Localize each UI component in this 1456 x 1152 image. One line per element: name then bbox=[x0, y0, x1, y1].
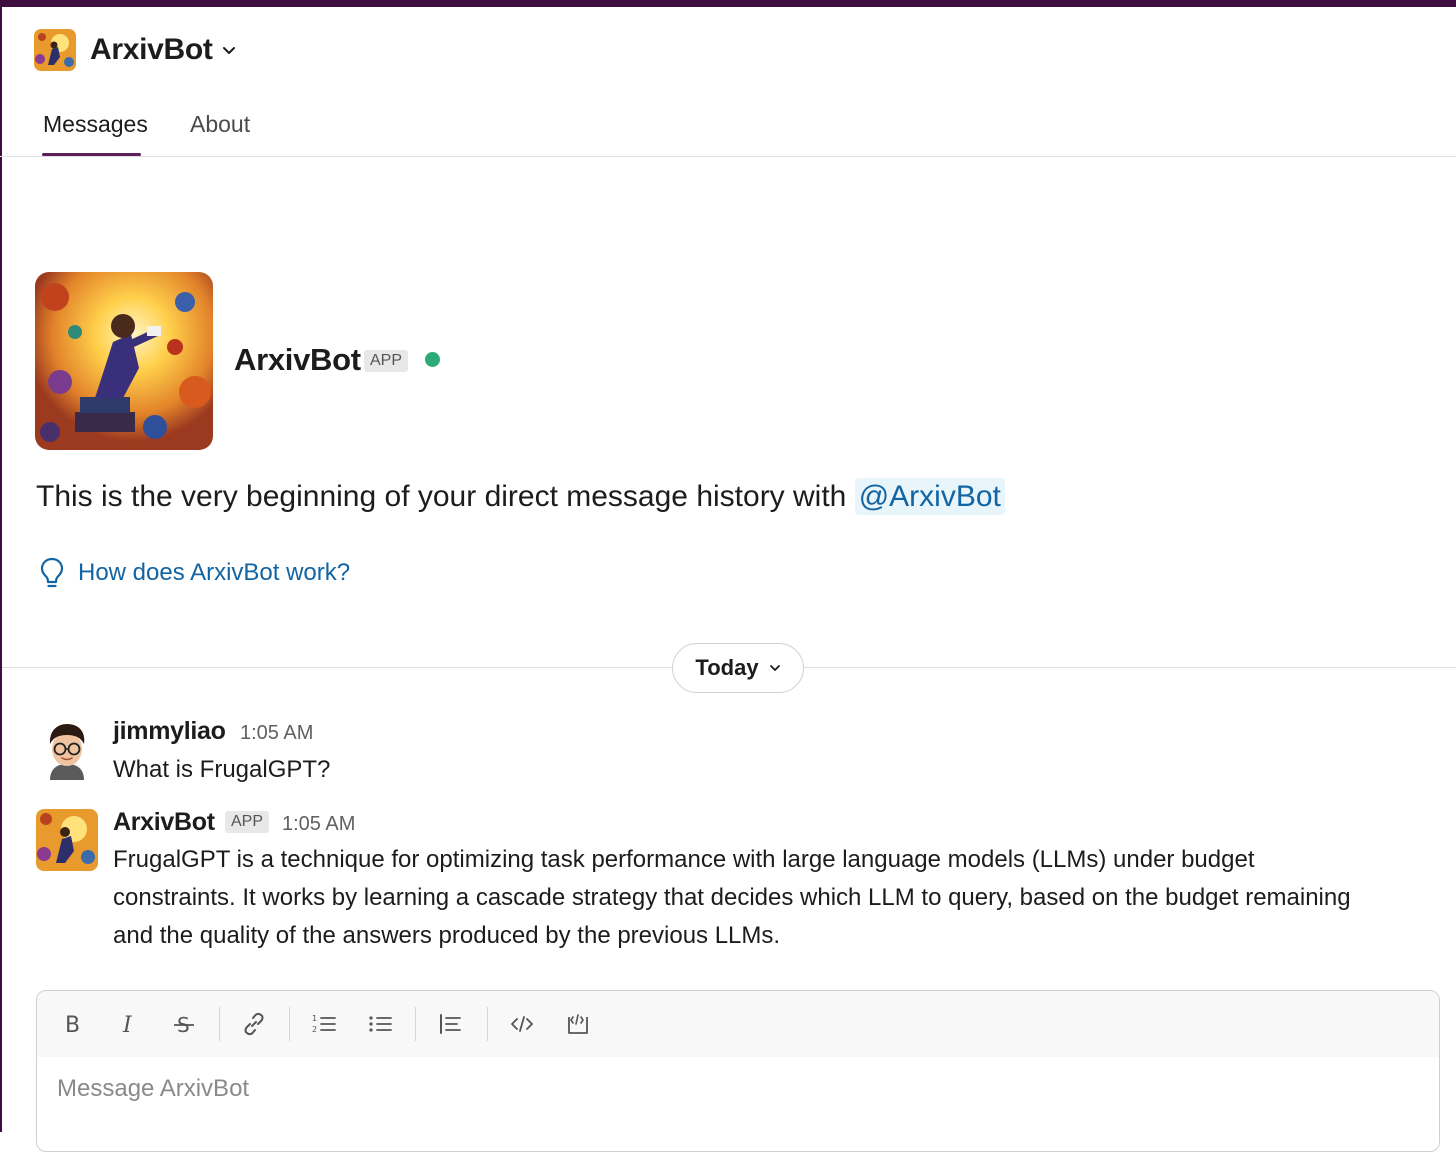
strikethrough-icon: S bbox=[174, 1013, 194, 1037]
bot-mention-link[interactable]: @ArxivBot bbox=[854, 478, 1005, 515]
bot-avatar-small[interactable] bbox=[34, 29, 76, 71]
header-title: ArxivBot bbox=[90, 33, 213, 66]
channel-header: ArxivBot Messages About bbox=[0, 7, 1456, 157]
window-left-border bbox=[0, 7, 2, 1132]
header-title-button[interactable]: ArxivBot bbox=[90, 33, 237, 67]
how-does-it-work-label: How does ArxivBot work? bbox=[78, 559, 351, 586]
user-avatar[interactable] bbox=[36, 718, 98, 780]
bot-avatar-artwork bbox=[35, 272, 213, 450]
tab-about[interactable]: About bbox=[190, 111, 250, 138]
bulleted-list-button[interactable] bbox=[363, 1007, 397, 1041]
online-status-indicator bbox=[425, 352, 440, 367]
blockquote-button[interactable] bbox=[433, 1007, 467, 1041]
code-icon bbox=[511, 1016, 533, 1032]
blockquote-icon bbox=[440, 1014, 461, 1034]
code-block-button[interactable] bbox=[561, 1007, 595, 1041]
bold-icon: B bbox=[65, 1013, 80, 1037]
svg-text:1: 1 bbox=[312, 1014, 317, 1023]
code-button[interactable] bbox=[505, 1007, 539, 1041]
message-timestamp[interactable]: 1:05 AM bbox=[282, 813, 355, 836]
toolbar-divider bbox=[289, 1007, 290, 1041]
message-line: constraints. It works by learning a casc… bbox=[113, 884, 1351, 911]
chevron-down-icon bbox=[222, 47, 235, 54]
italic-button[interactable]: I bbox=[111, 1007, 145, 1041]
message-line: FrugalGPT is a technique for optimizing … bbox=[113, 846, 1255, 873]
svg-text:I: I bbox=[122, 1013, 133, 1037]
toolbar-divider bbox=[487, 1007, 488, 1041]
link-icon bbox=[244, 1012, 264, 1036]
bot-avatar-large bbox=[35, 272, 213, 450]
link-button[interactable] bbox=[237, 1007, 271, 1041]
bulleted-list-icon bbox=[369, 1016, 392, 1032]
app-badge: APP bbox=[364, 350, 409, 372]
message-composer: B I S 1 2 Message ArxivBot bbox=[36, 990, 1440, 1152]
user-avatar-memoji bbox=[36, 718, 98, 780]
bot-avatar-image bbox=[36, 809, 98, 871]
intro-message: This is the very beginning of your direc… bbox=[36, 480, 847, 513]
intro-text: This is the very beginning of your direc… bbox=[36, 478, 1005, 515]
ordered-list-icon: 1 2 bbox=[312, 1014, 336, 1034]
tab-messages[interactable]: Messages bbox=[43, 111, 148, 138]
message-text: FrugalGPT is a technique for optimizing … bbox=[113, 841, 1443, 955]
toolbar-divider bbox=[415, 1007, 416, 1041]
intro-bot-name: ArxivBot bbox=[234, 342, 361, 377]
message-input[interactable]: Message ArxivBot bbox=[57, 1075, 1417, 1115]
svg-text:B: B bbox=[65, 1013, 80, 1037]
bold-button[interactable]: B bbox=[55, 1007, 89, 1041]
strikethrough-button[interactable]: S bbox=[167, 1007, 201, 1041]
date-jump-button[interactable]: Today bbox=[672, 643, 804, 693]
formatting-toolbar: B I S 1 2 bbox=[37, 991, 1439, 1057]
message-text: What is FrugalGPT? bbox=[113, 756, 331, 783]
message-sender[interactable]: jimmyliao bbox=[113, 717, 226, 746]
lightbulb-icon bbox=[40, 557, 64, 588]
date-label: Today bbox=[695, 655, 759, 680]
header-divider bbox=[0, 156, 1456, 157]
bot-avatar-image bbox=[34, 29, 76, 71]
message-sender[interactable]: ArxivBot bbox=[113, 808, 215, 837]
window-top-strip bbox=[0, 0, 1456, 7]
svg-text:2: 2 bbox=[312, 1025, 317, 1034]
message-line: and the quality of the answers produced … bbox=[113, 922, 781, 949]
message-timestamp[interactable]: 1:05 AM bbox=[240, 722, 313, 745]
app-badge: APP bbox=[225, 811, 270, 833]
code-block-icon bbox=[568, 1014, 588, 1034]
ordered-list-button[interactable]: 1 2 bbox=[307, 1007, 341, 1041]
toolbar-divider bbox=[219, 1007, 220, 1041]
italic-icon: I bbox=[122, 1013, 133, 1037]
chevron-down-icon bbox=[769, 665, 780, 671]
bot-avatar[interactable] bbox=[36, 809, 98, 871]
how-does-it-work-link[interactable]: How does ArxivBot work? bbox=[38, 556, 350, 590]
